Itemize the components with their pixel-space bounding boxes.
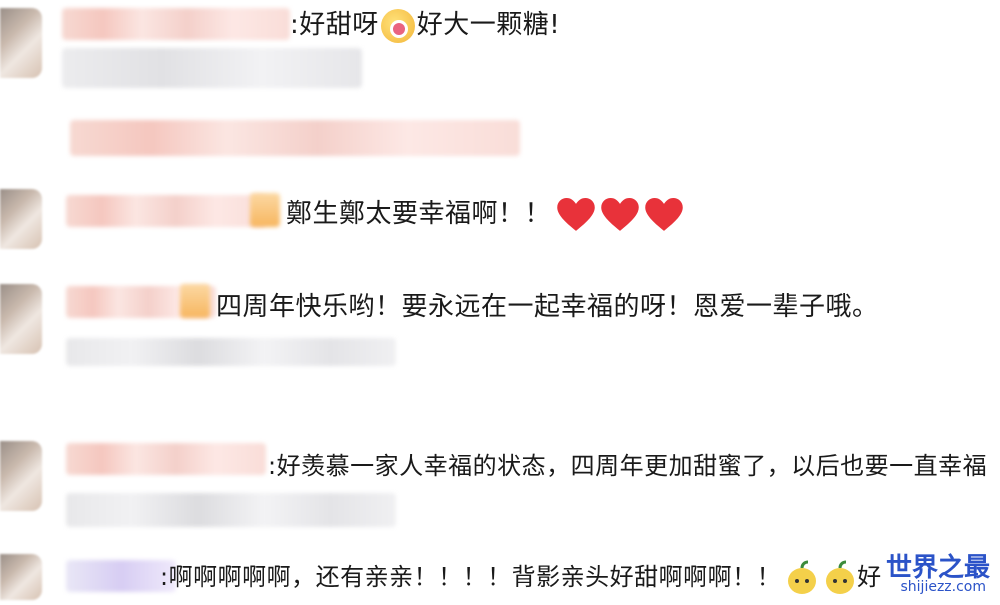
watermark: 世界之最 shijiezz.com [862,547,990,597]
comment-5: :啊啊啊啊啊，还有亲亲！！！！背影亲头好甜啊啊啊！！好 [0,552,1000,603]
comment-suffix: 好大一颗糖! [416,10,561,40]
meta-blurred [62,48,362,88]
comment-body: 四周年快乐哟！要永远在一起幸福的呀！恩爱一辈子哦。 [216,292,879,322]
reply-name-blurred [70,120,520,156]
username-blurred [62,8,290,40]
comment-body: :啊啊啊啊啊，还有亲亲！！！！背影亲头好甜啊啊啊！！ [160,563,782,591]
avatar[interactable] [0,189,42,249]
heart-icon [601,197,639,232]
heart-icon [645,197,683,232]
username-blurred [66,443,266,475]
candy-emoji-icon [380,8,415,43]
comment-2: 鄭生鄭太要幸福啊！！ [0,185,1000,255]
badge-blurred [250,193,280,227]
avatar[interactable] [0,284,42,354]
comment-prefix: :好甜呀 [290,10,379,40]
pear-emoji-icon [823,560,857,596]
badge-blurred [180,284,210,318]
comment-3: 四周年快乐哟！要永远在一起幸福的呀！恩爱一辈子哦。 [0,278,1000,388]
meta-blurred [66,338,396,366]
comment-4: :好羡慕一家人幸福的状态，四周年更加甜蜜了，以后也要一直幸福 [0,435,1000,535]
watermark-url: shijiezz.com [900,579,987,595]
meta-blurred [66,493,396,527]
comment-body: :好羡慕一家人幸福的状态，四周年更加甜蜜了，以后也要一直幸福 [268,452,988,480]
comment-text: 四周年快乐哟！要永远在一起幸福的呀！恩爱一辈子哦。 [216,290,879,324]
comment-text: :好羡慕一家人幸福的状态，四周年更加甜蜜了，以后也要一直幸福 [268,449,987,483]
comment-body: 鄭生鄭太要幸福啊！！ [286,199,552,229]
comment-text: :好甜呀 好大一颗糖! [290,8,560,43]
avatar[interactable] [0,554,42,600]
reply-blurred [0,110,1000,170]
heart-icon [557,197,595,232]
username-blurred [66,195,266,227]
pear-emoji-icon [785,560,819,596]
comment-text: 鄭生鄭太要幸福啊！！ [286,197,683,232]
comment-text: :啊啊啊啊啊，还有亲亲！！！！背影亲头好甜啊啊啊！！好 [160,560,882,596]
comment-1: :好甜呀 好大一颗糖! [0,0,1000,100]
avatar[interactable] [0,441,42,511]
avatar[interactable] [0,8,42,78]
